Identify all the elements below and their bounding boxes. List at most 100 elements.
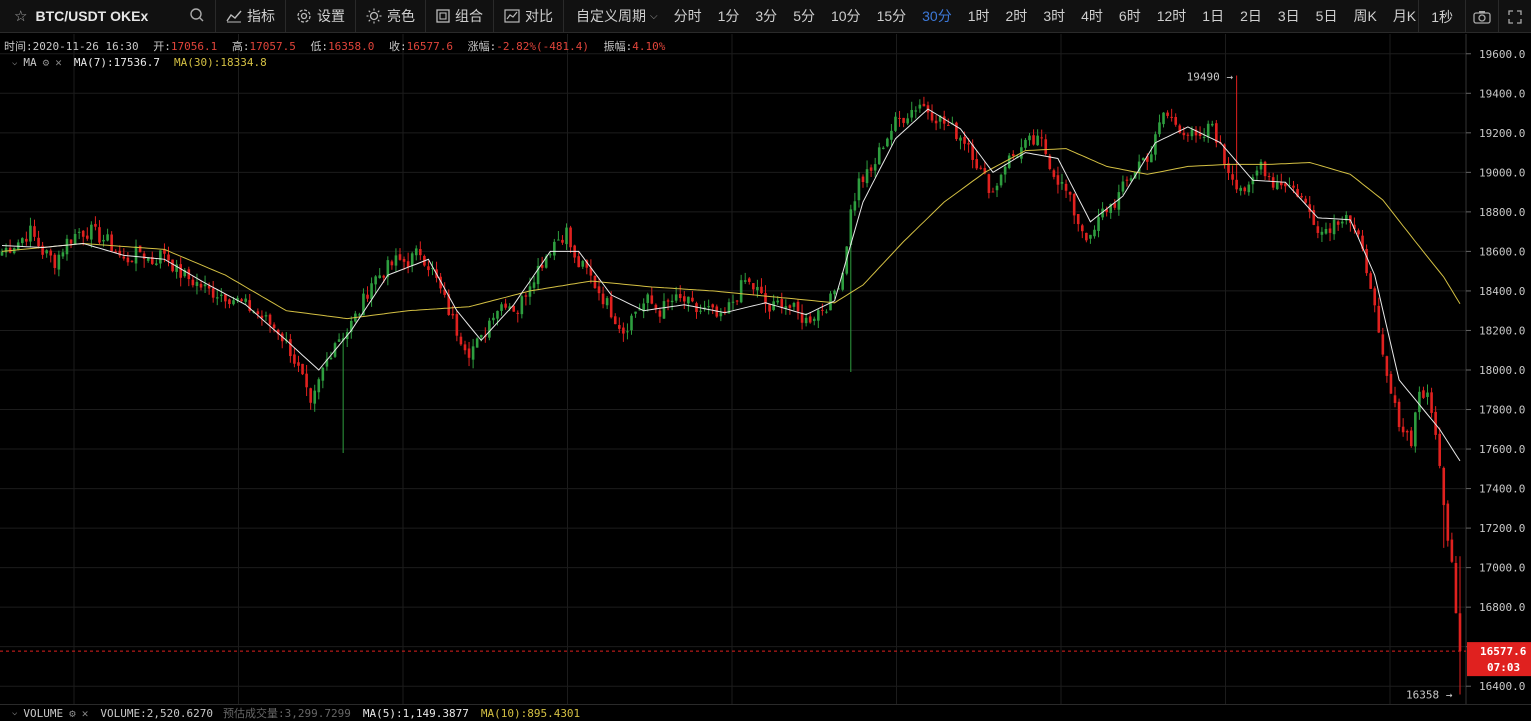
candle-body	[1438, 433, 1441, 466]
period-tab-5[interactable]: 15分	[869, 6, 915, 26]
y-tick-label: 16400.0	[1479, 680, 1525, 693]
period-tab-9[interactable]: 3时	[1035, 6, 1073, 26]
period-tab-13[interactable]: 1日	[1194, 6, 1232, 26]
y-tick-label: 17000.0	[1479, 562, 1525, 575]
custom-period-menu[interactable]: 自定义周期 ⌵	[564, 0, 666, 33]
candle-body	[203, 284, 207, 287]
star-icon[interactable]: ☆	[14, 7, 27, 25]
ma30-value: MA(30):18334.8	[174, 56, 267, 69]
brightness-label: 亮色	[387, 8, 415, 24]
period-tab-15[interactable]: 3日	[1270, 6, 1308, 26]
candle-body	[122, 256, 126, 259]
compare-icon	[504, 9, 520, 23]
candle-body	[890, 130, 893, 140]
candle-body	[305, 373, 308, 388]
candle-body	[1089, 234, 1092, 239]
candle-body	[1036, 135, 1039, 146]
compare-button[interactable]: 对比	[494, 0, 564, 33]
ma-legend-name: MA	[23, 56, 37, 69]
period-tab-17[interactable]: 周K	[1345, 6, 1384, 26]
candle-body	[0, 251, 4, 256]
period-tab-10[interactable]: 4时	[1073, 6, 1111, 26]
candle-body	[1011, 154, 1015, 157]
gear-icon[interactable]: ⚙	[69, 707, 76, 720]
close-icon[interactable]: ✕	[55, 56, 62, 69]
chevron-down-icon: ⌵	[650, 10, 658, 22]
ohlc-info: 时间:2020-11-26 16:30 开:17056.1 高:17057.5 …	[4, 38, 673, 54]
candle-body	[1093, 229, 1096, 237]
candle-body	[853, 201, 857, 211]
collapse-icon[interactable]: ⌵	[12, 58, 17, 68]
period-tab-16[interactable]: 5日	[1308, 6, 1346, 26]
candle-body	[1032, 135, 1035, 145]
period-tab-8[interactable]: 2时	[998, 6, 1036, 26]
y-tick-label: 17800.0	[1479, 404, 1525, 417]
collapse-icon[interactable]: ⌵	[12, 708, 17, 718]
refresh-rate[interactable]: 1秒	[1418, 0, 1465, 33]
candle-body	[1259, 161, 1263, 170]
candle-body	[488, 320, 491, 338]
candle-body	[553, 241, 556, 256]
candle-body	[329, 357, 333, 360]
period-tab-7[interactable]: 1时	[960, 6, 998, 26]
period-tab-6[interactable]: 30分	[914, 6, 960, 26]
candle-body	[707, 306, 710, 308]
candle-body	[967, 143, 970, 145]
period-tab-3[interactable]: 5分	[785, 6, 823, 26]
candle-body	[1275, 182, 1279, 190]
compare-label: 对比	[525, 8, 553, 24]
candle-body	[427, 266, 430, 271]
change-label: 涨幅:	[467, 40, 497, 53]
candle-body	[987, 174, 991, 193]
candle-body	[69, 239, 73, 244]
period-tab-1[interactable]: 1分	[710, 6, 748, 26]
candle-body	[1239, 187, 1242, 191]
symbol-selector[interactable]: ☆ BTC/USDT OKEx	[0, 0, 216, 33]
period-tab-0[interactable]: 分时	[666, 6, 710, 26]
settings-button[interactable]: 设置	[286, 0, 356, 33]
y-tick-label: 18000.0	[1479, 364, 1525, 377]
candle-body	[524, 295, 528, 297]
amplitude-value: 4.10%	[632, 40, 666, 53]
candle-body	[1357, 230, 1360, 235]
period-tab-12[interactable]: 12时	[1149, 6, 1195, 26]
period-tab-2[interactable]: 3分	[747, 6, 785, 26]
candle-body	[1316, 226, 1320, 233]
candle-body	[565, 227, 568, 245]
volume-ma5: MA(5):1,149.3877	[362, 706, 469, 720]
candle-body	[666, 300, 670, 302]
candle-body	[687, 296, 690, 304]
candle-body	[1397, 401, 1401, 427]
search-icon[interactable]	[189, 7, 205, 23]
period-tab-4[interactable]: 10分	[823, 6, 869, 26]
camera-icon[interactable]	[1465, 0, 1498, 33]
amplitude-label: 振幅:	[603, 40, 633, 53]
ma30-line	[1, 148, 1461, 320]
candle-body	[268, 314, 272, 325]
candle-body	[825, 311, 828, 313]
candle-body	[963, 137, 966, 144]
candle-body	[792, 302, 796, 307]
layout-button[interactable]: 组合	[426, 0, 494, 33]
change-value: -2.82%(-481.4)	[496, 40, 589, 53]
y-tick-label: 17400.0	[1479, 483, 1525, 496]
candle-body	[804, 317, 808, 324]
fullscreen-icon[interactable]	[1498, 0, 1531, 33]
candle-body	[45, 250, 48, 254]
gear-icon[interactable]: ⚙	[43, 56, 50, 69]
indicators-button[interactable]: 指标	[216, 0, 286, 33]
brightness-button[interactable]: 亮色	[356, 0, 426, 33]
low-value: 16358.0	[328, 40, 375, 53]
open-info: 开:17056.1	[153, 40, 217, 53]
candle-body	[914, 110, 918, 112]
close-icon[interactable]: ✕	[82, 707, 89, 720]
candle-body	[155, 263, 158, 265]
y-tick-label: 17200.0	[1479, 522, 1525, 535]
y-tick-label: 19000.0	[1479, 166, 1525, 179]
candle-body	[1097, 217, 1100, 231]
price-chart[interactable]: 16400.016600.016800.017000.017200.017400…	[0, 34, 1531, 704]
candle-body	[979, 167, 983, 169]
candle-body	[382, 275, 386, 278]
period-tab-14[interactable]: 2日	[1232, 6, 1270, 26]
period-tab-11[interactable]: 6时	[1111, 6, 1149, 26]
